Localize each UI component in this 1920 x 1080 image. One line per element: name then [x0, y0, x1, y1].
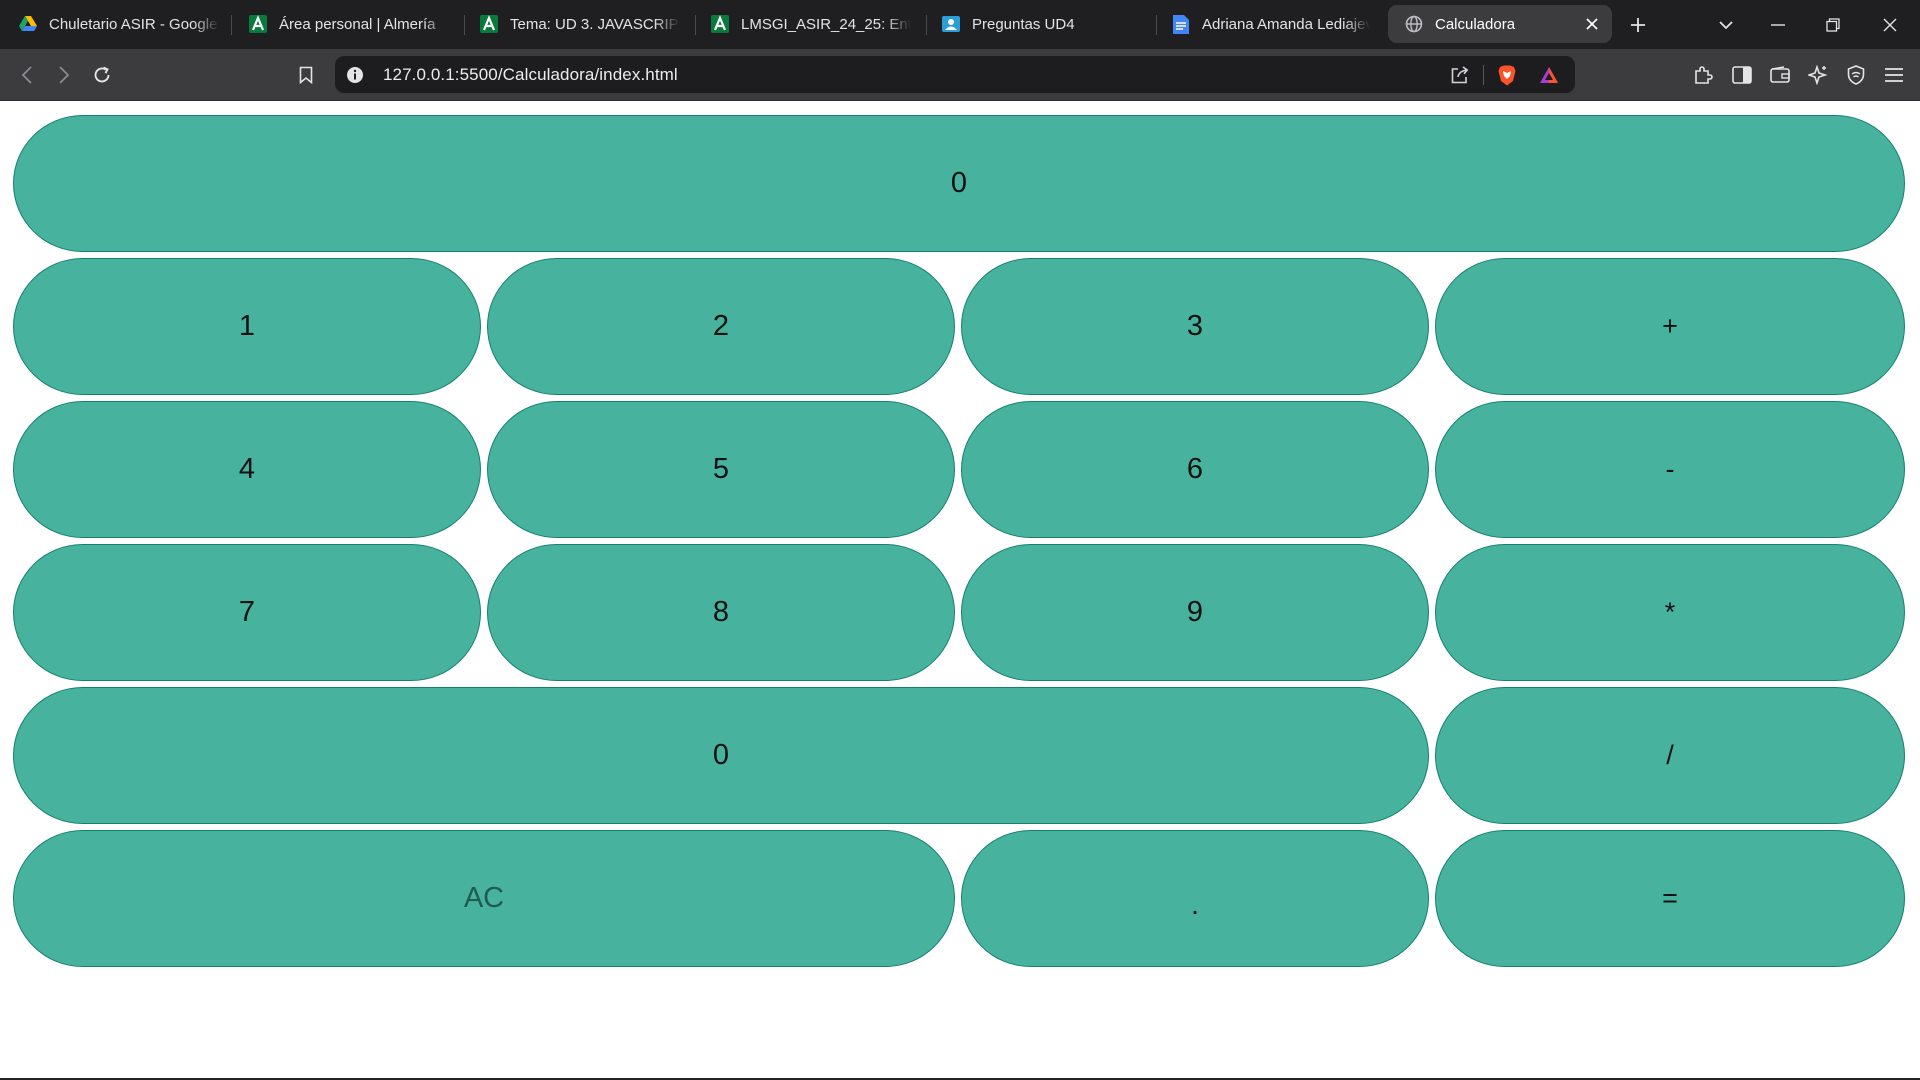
menu-hamburger-icon[interactable] [1878, 59, 1910, 91]
moodle-a-icon [480, 15, 498, 33]
key-6-button[interactable]: 6 [961, 401, 1429, 538]
tab-title: Área personal | Almería [279, 15, 436, 33]
tab-adriana[interactable]: Adriana Amanda Lediajev [1155, 5, 1381, 43]
close-tab-icon[interactable] [1582, 14, 1602, 34]
tab-preguntas-ud4[interactable]: Preguntas UD4 [925, 5, 1153, 43]
tab-chuletario[interactable]: Chuletario ASIR - Google [2, 5, 228, 43]
key-1-button[interactable]: 1 [13, 258, 481, 395]
sidebar-toggle-icon[interactable] [1726, 59, 1758, 91]
tab-title: Adriana Amanda Lediajev [1202, 15, 1370, 33]
share-icon[interactable] [1446, 61, 1474, 89]
browser-toolbar: 127.0.0.1:5500/Calculadora/index.html [0, 49, 1920, 100]
tab-title: Preguntas UD4 [972, 15, 1075, 33]
tab-title: Tema: UD 3. JAVASCRIPT Y [510, 15, 680, 33]
key-5-button[interactable]: 5 [487, 401, 955, 538]
tab-lmsgi[interactable]: LMSGI_ASIR_24_25: Entre [694, 5, 922, 43]
bookmark-icon[interactable] [290, 59, 322, 91]
divide-button[interactable]: / [1435, 687, 1905, 824]
tab-area-personal[interactable]: Área personal | Almería [232, 5, 460, 43]
close-window-icon[interactable] [1875, 10, 1905, 40]
classroom-icon [942, 15, 960, 33]
google-drive-icon [19, 15, 37, 33]
reload-icon[interactable] [86, 59, 118, 91]
plus-button[interactable]: + [1435, 258, 1905, 395]
tab-title: Chuletario ASIR - Google [49, 15, 218, 33]
key-3-button[interactable]: 3 [961, 258, 1429, 395]
key-8-button[interactable]: 8 [487, 544, 955, 681]
tab-title: Calculadora [1435, 15, 1516, 33]
calculator-display: 0 [13, 115, 1905, 252]
calculator: 0 1 2 3 + 4 5 6 - 7 8 9 * 0 / AC . = [13, 115, 1907, 967]
tab-list-chevron-down-icon[interactable] [1711, 10, 1741, 40]
multiply-button[interactable]: * [1435, 544, 1905, 681]
forward-arrow-icon[interactable] [48, 59, 80, 91]
google-docs-icon [1172, 14, 1190, 34]
back-arrow-icon[interactable] [11, 59, 43, 91]
new-tab-plus-icon[interactable] [1623, 10, 1653, 40]
globe-icon [1405, 15, 1423, 33]
calculator-page: 0 1 2 3 + 4 5 6 - 7 8 9 * 0 / AC . = [0, 101, 1920, 1078]
vpn-shield-icon[interactable] [1840, 59, 1872, 91]
equals-button[interactable]: = [1435, 830, 1905, 967]
key-0-button[interactable]: 0 [13, 687, 1429, 824]
minimize-window-icon[interactable] [1763, 10, 1793, 40]
clear-ac-button[interactable]: AC [13, 830, 955, 967]
moodle-a-icon [249, 15, 267, 33]
moodle-a-icon [711, 15, 729, 33]
decimal-point-button[interactable]: . [961, 830, 1429, 967]
address-url[interactable]: 127.0.0.1:5500/Calculadora/index.html [383, 65, 678, 85]
minus-button[interactable]: - [1435, 401, 1905, 538]
key-2-button[interactable]: 2 [487, 258, 955, 395]
restore-window-icon[interactable] [1818, 10, 1848, 40]
extensions-puzzle-icon[interactable] [1687, 59, 1719, 91]
tab-calculadora[interactable]: Calculadora [1388, 5, 1612, 43]
brave-rewards-triangle-icon[interactable] [1535, 61, 1563, 89]
key-4-button[interactable]: 4 [13, 401, 481, 538]
key-9-button[interactable]: 9 [961, 544, 1429, 681]
tab-title: LMSGI_ASIR_24_25: Entre [741, 15, 911, 33]
wallet-icon[interactable] [1764, 59, 1796, 91]
browser-tab-strip: Chuletario ASIR - Google Área personal |… [0, 0, 1920, 49]
tab-tema-ud3[interactable]: Tema: UD 3. JAVASCRIPT Y [463, 5, 691, 43]
key-7-button[interactable]: 7 [13, 544, 481, 681]
leo-ai-sparkle-icon[interactable] [1802, 59, 1834, 91]
address-bar[interactable]: 127.0.0.1:5500/Calculadora/index.html [335, 56, 1575, 93]
site-info-icon[interactable] [341, 61, 369, 89]
brave-shields-icon[interactable] [1493, 61, 1521, 89]
